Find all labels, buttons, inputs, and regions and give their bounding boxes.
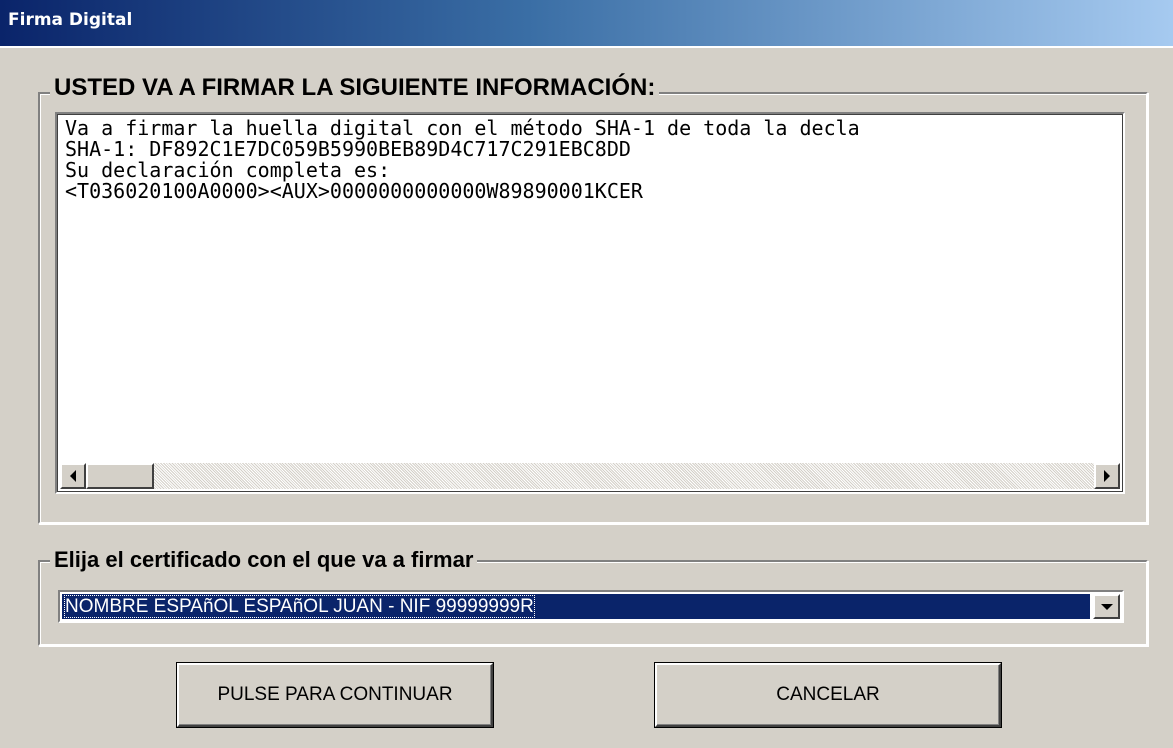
scroll-right-button[interactable] (1094, 463, 1120, 489)
title-bar[interactable]: Firma Digital (0, 0, 1173, 46)
certificate-dropdown-button[interactable] (1093, 594, 1120, 619)
certificate-selected-text: NOMBRE ESPAñOL ESPAñOL JUAN - NIF 999999… (64, 595, 535, 618)
info-textarea[interactable]: Va a firmar la huella digital con el mét… (55, 112, 1125, 494)
continue-button[interactable]: PULSE PARA CONTINUAR (177, 663, 493, 727)
chevron-down-icon (1100, 603, 1113, 610)
arrow-right-icon (1104, 470, 1110, 482)
scroll-left-button[interactable] (60, 463, 86, 489)
arrow-left-icon (70, 470, 76, 482)
certificate-selected-value: NOMBRE ESPAñOL ESPAñOL JUAN - NIF 999999… (62, 594, 1090, 619)
info-text: Va a firmar la huella digital con el mét… (65, 118, 860, 203)
firma-digital-dialog: Firma Digital USTED VA A FIRMAR LA SIGUI… (0, 0, 1173, 748)
scroll-thumb[interactable] (86, 463, 154, 489)
horizontal-scrollbar[interactable] (60, 463, 1120, 489)
cancel-button[interactable]: CANCELAR (655, 663, 1001, 727)
window-title: Firma Digital (8, 10, 133, 30)
certificate-group-legend: Elija el certificado con el que va a fir… (50, 547, 478, 573)
title-bar-divider (0, 46, 1173, 48)
info-group-legend: USTED VA A FIRMAR LA SIGUIENTE INFORMACI… (50, 74, 660, 102)
certificate-select[interactable]: NOMBRE ESPAñOL ESPAñOL JUAN - NIF 999999… (58, 590, 1124, 623)
